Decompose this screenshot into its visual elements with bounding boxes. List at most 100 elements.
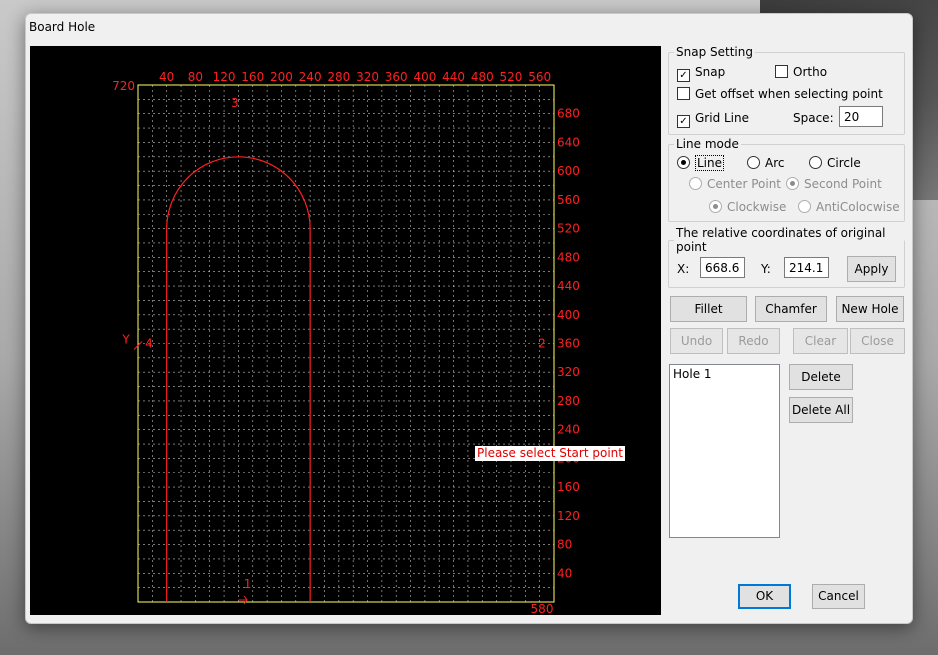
dialog-title: Board Hole (29, 20, 96, 34)
x-tick-label: 200 (270, 70, 293, 84)
x-tick-label: 240 (299, 70, 322, 84)
second-point-label: Second Point (804, 177, 882, 191)
center-point-radio[interactable]: Center Point (689, 177, 781, 191)
snap-label: Snap (695, 65, 726, 79)
x-tick-label: 40 (159, 70, 174, 84)
grid-line-checkbox[interactable]: ✓ Grid Line (677, 111, 749, 128)
undo-button[interactable]: Undo (670, 328, 723, 354)
anticlockwise-label: AntiColocwise (816, 200, 900, 214)
snap-check-icon: ✓ (677, 69, 690, 82)
canvas-border (137, 84, 555, 603)
clear-button[interactable]: Clear (793, 328, 848, 354)
drawing-svg[interactable]: 40 80 120 160 200 240 280 320 360 400 440 480 520 560… (30, 46, 661, 615)
y-tick-label: 400 (557, 308, 580, 322)
y-corner-label: 720 (112, 79, 135, 93)
snap-checkbox[interactable]: ✓ Snap (677, 65, 725, 82)
clockwise-radio-icon (709, 200, 722, 213)
y-tick-label: 480 (557, 250, 580, 264)
y-tick-label: 600 (557, 164, 580, 178)
coord-x-label: X: (677, 262, 690, 276)
new-hole-button[interactable]: New Hole (836, 296, 904, 322)
hole-list-item[interactable]: Hole 1 (670, 365, 779, 383)
y-tick-label: 120 (557, 509, 580, 523)
space-input[interactable]: 20 (839, 106, 883, 127)
x-tick-label: 160 (241, 70, 264, 84)
get-offset-label: Get offset when selecting point (695, 87, 883, 101)
fillet-button[interactable]: Fillet (670, 296, 747, 322)
circle-radio-icon (809, 156, 822, 169)
clockwise-label: Clockwise (727, 200, 787, 214)
second-point-radio[interactable]: Second Point (786, 177, 882, 191)
y-tick-label: 320 (557, 365, 580, 379)
close-button[interactable]: Close (850, 328, 905, 354)
x-tick-label: 280 (327, 70, 350, 84)
x-tick-label: 360 (385, 70, 408, 84)
marker-4-label: 4 (145, 337, 153, 351)
clockwise-radio[interactable]: Clockwise (709, 200, 786, 214)
hint-text: Please select Start point (475, 446, 625, 461)
anticlockwise-radio[interactable]: AntiColocwise (798, 200, 900, 214)
line-mode-legend: Line mode (676, 137, 739, 151)
y-tick-label: 360 (557, 337, 580, 351)
y-tick-label: 520 (557, 222, 580, 236)
line-radio[interactable]: Line (677, 155, 725, 171)
marker-2-label: 2 (538, 337, 546, 351)
center-point-radio-icon (689, 177, 702, 190)
line-radio-icon (677, 156, 690, 169)
chamfer-button[interactable]: Chamfer (755, 296, 827, 322)
relative-coords-legend: The relative coordinates of original poi… (676, 226, 886, 254)
arc-label: Arc (765, 156, 785, 170)
arc-radio-icon (747, 156, 760, 169)
apply-button[interactable]: Apply (847, 256, 896, 282)
x-tick-label: 560 (528, 70, 551, 84)
y-tick-label: 640 (557, 135, 580, 149)
ok-button[interactable]: OK (738, 584, 791, 609)
x-tick-label: 480 (471, 70, 494, 84)
grid-line-label: Grid Line (695, 111, 750, 125)
y-tick-label: 160 (557, 480, 580, 494)
y-tick-label: 80 (557, 538, 572, 552)
cancel-button[interactable]: Cancel (812, 584, 865, 609)
delete-button[interactable]: Delete (789, 364, 853, 390)
x-tick-label: 520 (500, 70, 523, 84)
marker-1-label: 1 (244, 577, 252, 591)
y-tick-label: 560 (557, 193, 580, 207)
axis-x-label: X (241, 614, 249, 615)
x-tick-label: 120 (213, 70, 236, 84)
board-hole-dialog: Board Hole 40 80 120 160 200 240 280 320 360 400 4… (25, 13, 913, 624)
circle-radio[interactable]: Circle (809, 156, 861, 170)
drawing-canvas[interactable]: 40 80 120 160 200 240 280 320 360 400 440 480 520 560… (30, 46, 661, 615)
x-corner-label: 580 (531, 602, 554, 615)
redo-button[interactable]: Redo (727, 328, 780, 354)
coord-y-input[interactable]: 214.1 (784, 257, 829, 278)
ortho-checkbox[interactable]: Ortho (775, 65, 827, 79)
second-point-radio-icon (786, 177, 799, 190)
x-tick-label: 320 (356, 70, 379, 84)
coord-y-label: Y: (761, 262, 771, 276)
hole-list[interactable]: Hole 1 (669, 364, 780, 538)
x-tick-label: 80 (188, 70, 203, 84)
y-tick-label: 240 (557, 423, 580, 437)
y-tick-label: 40 (557, 566, 572, 580)
anticlockwise-radio-icon (798, 200, 811, 213)
coord-x-input[interactable]: 668.6 (700, 257, 745, 278)
y-tick-label: 440 (557, 279, 580, 293)
y-tick-label: 680 (557, 107, 580, 121)
title-bar[interactable]: Board Hole (26, 14, 912, 42)
ortho-check-icon (775, 65, 788, 78)
y-tick-label: 280 (557, 394, 580, 408)
grid-line-check-icon: ✓ (677, 115, 690, 128)
x-axis-arrow-icon (238, 595, 248, 605)
get-offset-check-icon (677, 87, 690, 100)
line-label: Line (695, 155, 725, 171)
x-tick-label: 440 (442, 70, 465, 84)
space-label: Space: (793, 111, 834, 125)
arc-radio[interactable]: Arc (747, 156, 784, 170)
ortho-label: Ortho (793, 65, 828, 79)
marker-3-label: 3 (231, 96, 239, 110)
snap-setting-legend: Snap Setting (676, 45, 753, 59)
get-offset-checkbox[interactable]: Get offset when selecting point (677, 87, 883, 101)
axis-y-label: Y (121, 333, 130, 347)
delete-all-button[interactable]: Delete All (789, 397, 853, 423)
center-point-label: Center Point (707, 177, 781, 191)
